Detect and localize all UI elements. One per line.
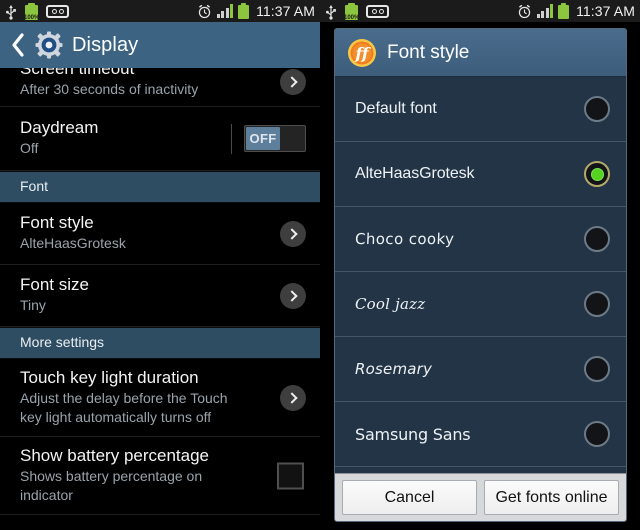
status-bar-left: 100% 11:37 AM bbox=[0, 0, 320, 22]
setting-row-show-battery-percentage[interactable]: Show battery percentage Shows battery pe… bbox=[0, 437, 320, 515]
status-bar-right-icons: 11:37 AM bbox=[517, 3, 635, 19]
page-title: Display bbox=[72, 33, 139, 56]
battery-percent-icon: 100% bbox=[24, 2, 40, 21]
status-bar-right-icons: 11:37 AM bbox=[197, 3, 315, 19]
usb-icon bbox=[5, 4, 17, 20]
font-options-list[interactable]: Default font AlteHaasGrotesk Choco cooky… bbox=[335, 77, 626, 473]
row-title: Font size bbox=[20, 275, 89, 294]
signal-bars-icon bbox=[216, 4, 234, 18]
font-option-row[interactable]: Rosemary bbox=[335, 337, 626, 402]
settings-list[interactable]: Screen timeout After 30 seconds of inact… bbox=[0, 68, 320, 530]
dialog-title: Font style bbox=[387, 41, 470, 63]
toggle-state-label: OFF bbox=[249, 131, 277, 146]
radio-button[interactable] bbox=[584, 421, 610, 447]
chevron-right-icon[interactable] bbox=[280, 384, 306, 411]
voicemail-icon bbox=[366, 4, 389, 18]
section-header-font: Font bbox=[0, 171, 320, 203]
font-option-row[interactable]: AlteHaasGrotesk bbox=[335, 142, 626, 207]
font-option-label: AlteHaasGrotesk bbox=[355, 165, 475, 182]
font-option-label: Default font bbox=[355, 100, 437, 117]
daydream-toggle[interactable]: OFF bbox=[231, 123, 306, 154]
font-option-label: Rosemary bbox=[355, 360, 433, 378]
show-battery-percentage-checkbox[interactable] bbox=[277, 462, 304, 489]
font-style-dialog: ff Font style Default font AlteHaasGrote… bbox=[334, 28, 627, 522]
status-bar-left-icons: 100% bbox=[325, 2, 389, 21]
toggle-thumb: OFF bbox=[246, 127, 280, 150]
usb-icon bbox=[325, 4, 337, 20]
battery-icon bbox=[558, 3, 570, 19]
dialog-header: ff Font style bbox=[335, 29, 626, 77]
row-subtitle: Tiny bbox=[20, 297, 46, 313]
font-option-row[interactable]: Default font bbox=[335, 77, 626, 142]
row-subtitle: After 30 seconds of inactivity bbox=[20, 81, 199, 97]
display-settings-screen: 100% 11:37 AM Display Screen timeout Aft… bbox=[0, 0, 320, 530]
signal-bars-icon bbox=[536, 4, 554, 18]
dialog-footer: Cancel Get fonts online bbox=[335, 473, 626, 521]
font-option-row[interactable]: Cool jazz bbox=[335, 272, 626, 337]
chevron-right-icon[interactable] bbox=[280, 69, 306, 95]
section-label: More settings bbox=[20, 334, 105, 350]
battery-percent-label: 100% bbox=[344, 14, 360, 21]
back-chevron-icon[interactable] bbox=[10, 32, 26, 58]
setting-row-font-size[interactable]: Font size Tiny bbox=[0, 265, 320, 327]
voicemail-icon bbox=[46, 4, 69, 18]
row-title: Show battery percentage bbox=[20, 446, 210, 465]
alarm-clock-icon bbox=[517, 4, 532, 19]
row-subtitle: AlteHaasGrotesk bbox=[20, 235, 126, 251]
row-subtitle: Shows battery percentage on indicator bbox=[20, 468, 203, 503]
dual-screenshot: 100% 11:37 AM Display Screen timeout Aft… bbox=[0, 0, 640, 530]
radio-button-selected[interactable] bbox=[584, 161, 610, 187]
clock-time: 11:37 AM bbox=[256, 3, 315, 19]
section-label: Font bbox=[20, 178, 49, 194]
status-bar-left-icons: 100% bbox=[5, 2, 69, 21]
status-bar-right: 100% 11:37 AM bbox=[320, 0, 640, 22]
get-fonts-online-button[interactable]: Get fonts online bbox=[484, 480, 619, 515]
radio-button[interactable] bbox=[584, 356, 610, 382]
clock-time: 11:37 AM bbox=[576, 3, 635, 19]
setting-row-screen-timeout[interactable]: Screen timeout After 30 seconds of inact… bbox=[0, 68, 320, 107]
chevron-right-icon[interactable] bbox=[280, 220, 306, 247]
battery-icon bbox=[238, 3, 250, 19]
font-ff-icon: ff bbox=[347, 38, 377, 68]
row-title: Touch key light duration bbox=[20, 368, 199, 387]
chevron-right-icon[interactable] bbox=[280, 282, 306, 309]
setting-row-daydream[interactable]: Daydream Off OFF bbox=[0, 107, 320, 171]
row-title: Font style bbox=[20, 213, 94, 232]
toggle-switch[interactable]: OFF bbox=[244, 125, 306, 152]
settings-gear-icon bbox=[35, 31, 63, 59]
font-option-label: Choco cooky bbox=[354, 230, 455, 248]
section-header-more-settings: More settings bbox=[0, 327, 320, 359]
font-option-label: Cool jazz bbox=[355, 295, 426, 313]
battery-percent-label: 100% bbox=[24, 14, 40, 21]
divider bbox=[231, 123, 232, 154]
row-subtitle: Adjust the delay before the Touch key li… bbox=[20, 390, 228, 425]
setting-row-touch-key-light-duration[interactable]: Touch key light duration Adjust the dela… bbox=[0, 359, 320, 437]
font-option-row[interactable]: Samsung Sans bbox=[335, 402, 626, 467]
action-bar: Display bbox=[0, 22, 320, 68]
cancel-button[interactable]: Cancel bbox=[342, 480, 477, 515]
radio-button[interactable] bbox=[584, 226, 610, 252]
font-option-label: Samsung Sans bbox=[355, 424, 471, 444]
radio-button[interactable] bbox=[584, 291, 610, 317]
radio-button[interactable] bbox=[584, 96, 610, 122]
setting-row-font-style[interactable]: Font style AlteHaasGrotesk bbox=[0, 203, 320, 265]
font-option-row[interactable]: Choco cooky bbox=[335, 207, 626, 272]
alarm-clock-icon bbox=[197, 4, 212, 19]
battery-percent-icon: 100% bbox=[344, 2, 360, 21]
row-title: Screen timeout bbox=[20, 68, 135, 78]
font-style-dialog-screen: 100% 11:37 AM ff Font style Default font… bbox=[320, 0, 640, 530]
